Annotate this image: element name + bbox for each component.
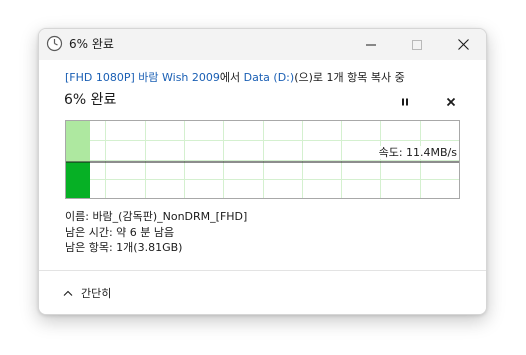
copy-progress-dialog: 6% 완료 [FHD 1080P] 바람 Wish 2009에서 Data (D… bbox=[38, 28, 487, 315]
close-icon bbox=[446, 97, 456, 107]
items-remaining-label: 남은 항목: 1개(3.81GB) bbox=[65, 241, 183, 254]
time-remaining-label: 남은 시간: 약 6 분 남음 bbox=[65, 226, 175, 239]
copy-description: [FHD 1080P] 바람 Wish 2009에서 Data (D:)(으)로… bbox=[65, 71, 405, 84]
minimize-button[interactable] bbox=[348, 29, 394, 60]
copy-suffix: (으)로 1개 항목 복사 중 bbox=[294, 71, 405, 84]
pause-icon bbox=[402, 98, 408, 106]
maximize-icon bbox=[412, 39, 422, 50]
fewer-details-label: 간단히 bbox=[81, 286, 112, 300]
speed-history-fill bbox=[66, 162, 90, 198]
speed-graph-canvas bbox=[66, 121, 459, 198]
chevron-up-icon bbox=[63, 290, 73, 296]
close-icon bbox=[457, 39, 469, 50]
cancel-copy-button[interactable] bbox=[440, 92, 462, 112]
from-text: 에서 bbox=[219, 71, 244, 84]
source-link[interactable]: [FHD 1080P] 바람 Wish 2009 bbox=[65, 71, 220, 84]
pause-button[interactable] bbox=[394, 92, 416, 112]
clock-icon bbox=[46, 35, 63, 52]
speed-label: 속도: 11.4MB/s bbox=[377, 146, 458, 159]
window-title: 6% 완료 bbox=[69, 37, 114, 51]
percent-complete-title: 6% 완료 bbox=[64, 92, 117, 108]
maximize-button bbox=[394, 29, 440, 60]
title-bar[interactable]: 6% 완료 bbox=[39, 29, 486, 60]
destination-link[interactable]: Data (D:) bbox=[244, 71, 295, 84]
graph-grid bbox=[66, 121, 459, 198]
minimize-icon bbox=[366, 44, 376, 45]
transfer-speed-graph: 속도: 11.4MB/s bbox=[65, 120, 460, 199]
file-name-label: 이름: 바람_(감독판)_NonDRM_[FHD] bbox=[65, 210, 248, 223]
close-window-button[interactable] bbox=[440, 29, 486, 60]
fewer-details-button[interactable]: 간단히 bbox=[63, 284, 111, 302]
